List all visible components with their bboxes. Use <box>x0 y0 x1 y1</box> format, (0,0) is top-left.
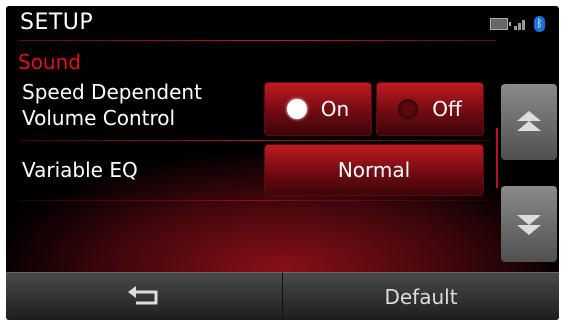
battery-icon <box>490 18 511 30</box>
scroll-down-button[interactable] <box>501 186 557 262</box>
scroll-track <box>496 128 498 188</box>
bluetooth-icon: ᛒ <box>534 16 545 32</box>
row-divider <box>20 140 490 141</box>
page-title: SETUP <box>20 10 94 35</box>
on-button[interactable]: On <box>264 82 372 136</box>
default-button[interactable]: Default <box>282 272 559 320</box>
setup-screen: SETUP ᛒ Sound Speed Dependent Volume Con… <box>6 6 559 320</box>
section-title: Sound <box>18 50 81 74</box>
scroll-up-button[interactable] <box>501 84 557 160</box>
chevron-down-icon <box>517 215 541 235</box>
radio-selected-icon <box>286 99 307 119</box>
variable-eq-value: Normal <box>337 158 411 182</box>
bottom-bar: Default <box>6 272 559 320</box>
default-label: Default <box>384 284 458 309</box>
back-button[interactable] <box>6 272 282 320</box>
off-label: Off <box>432 97 462 121</box>
off-button[interactable]: Off <box>376 82 484 136</box>
row-divider <box>20 200 490 201</box>
variable-eq-button[interactable]: Normal <box>264 144 484 196</box>
chevron-up-icon <box>517 111 541 131</box>
variable-eq-label: Variable EQ <box>22 158 138 182</box>
return-arrow-icon <box>128 285 158 304</box>
on-label: On <box>320 97 350 121</box>
speed-volume-label-line2: Volume Control <box>22 106 176 130</box>
signal-icon <box>514 18 528 30</box>
status-icons: ᛒ <box>490 16 545 32</box>
radio-unselected-icon <box>398 99 419 119</box>
title-divider <box>18 40 496 41</box>
speed-volume-label-line1: Speed Dependent <box>22 80 202 104</box>
